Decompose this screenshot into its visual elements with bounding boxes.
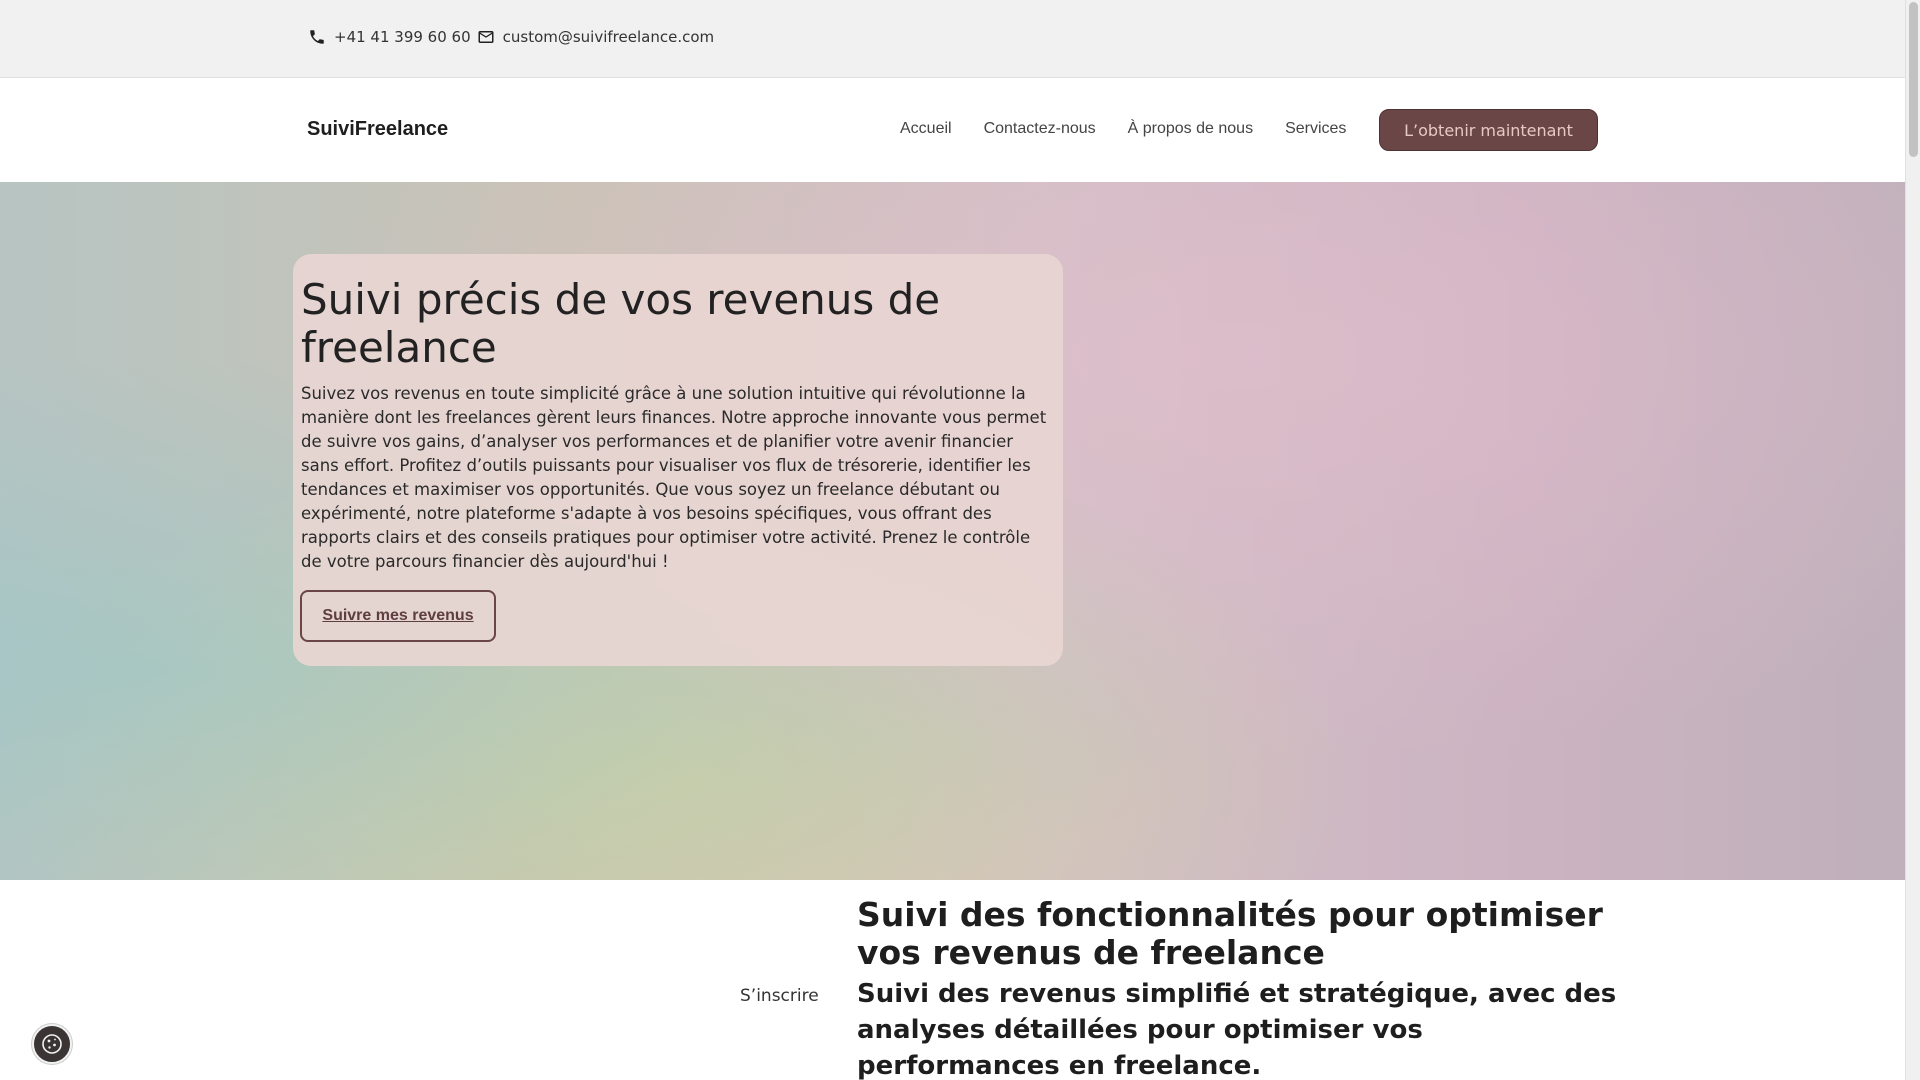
nav-item-about[interactable]: À propos de nous [1128, 120, 1253, 138]
site-header: SuiviFreelance Accueil Contactez-nous À … [0, 78, 1905, 182]
features-title: Suivi des fonctionnalités pour optimiser… [857, 895, 1603, 972]
envelope-icon [478, 31, 494, 43]
get-it-now-button[interactable]: L’obtenir maintenant [1379, 109, 1598, 151]
hero-description: Suivez vos revenus en toute simplicité g… [301, 384, 1047, 571]
hero-card: Suivi précis de vos revenus de freelance… [293, 254, 1063, 666]
contact-bar: +41 41 399 60 60 custom@suivifreelance.c… [0, 0, 1905, 78]
hero-title: Suivi précis de vos revenus de freelance [301, 275, 941, 372]
phone-number: +41 41 399 60 60 [334, 28, 471, 46]
nav-item-contact[interactable]: Contactez-nous [984, 120, 1096, 138]
phone-contact[interactable]: +41 41 399 60 60 [308, 28, 471, 46]
nav-item-accueil[interactable]: Accueil [900, 120, 952, 138]
contact-info: +41 41 399 60 60 custom@suivifreelance.c… [308, 28, 720, 46]
cookie-icon [42, 1034, 62, 1054]
scrollbar-thumb[interactable] [1909, 2, 1918, 157]
page-scrollbar[interactable] [1905, 0, 1920, 1080]
nav-item-services[interactable]: Services [1285, 120, 1346, 138]
phone-icon [310, 30, 324, 44]
features-subtitle: Suivi des revenus simplifié et stratégiq… [857, 979, 1617, 1080]
hero-section: Suivi précis de vos revenus de freelance… [0, 182, 1905, 880]
signup-link[interactable]: S’inscrire [740, 986, 819, 1006]
email-contact[interactable]: custom@suivifreelance.com [477, 28, 715, 46]
brand-logo[interactable]: SuiviFreelance [307, 118, 448, 141]
track-income-button[interactable]: Suivre mes revenus [300, 590, 496, 642]
features-section: S’inscrire Suivi des fonctionnalités pou… [0, 880, 1905, 1080]
email-address: custom@suivifreelance.com [502, 28, 715, 46]
cookie-settings-button[interactable] [32, 1024, 72, 1064]
main-nav: Accueil Contactez-nous À propos de nous … [900, 120, 1378, 138]
